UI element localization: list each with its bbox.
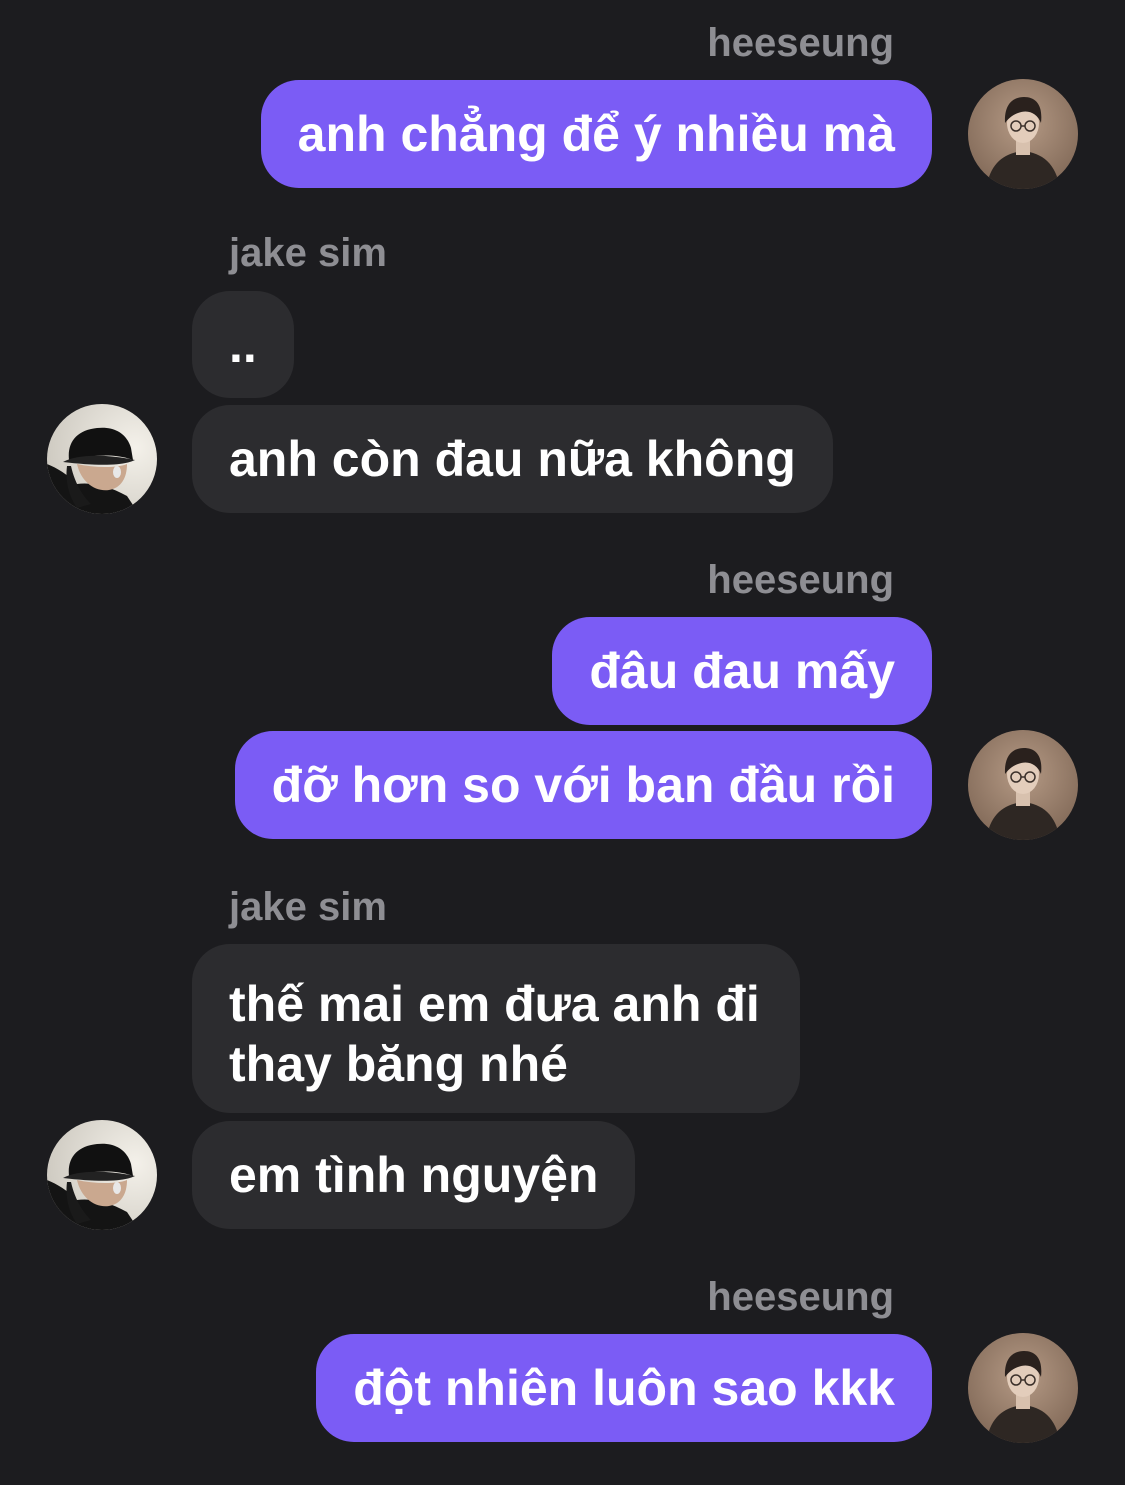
jake-sim-avatar-icon[interactable]: [47, 1120, 157, 1230]
sender-name: jake sim: [229, 885, 387, 929]
message-bubble[interactable]: anh chẳng để ý nhiều mà: [260, 80, 932, 188]
message-bubble[interactable]: em tình nguyện: [192, 1121, 636, 1229]
message-bubble[interactable]: anh còn đau nữa không: [192, 405, 833, 513]
message-bubble[interactable]: đột nhiên luôn sao kkk: [316, 1334, 932, 1442]
jake-sim-avatar-icon[interactable]: [47, 404, 157, 514]
sender-name: heeseung: [707, 21, 894, 65]
sender-name: jake sim: [229, 231, 387, 275]
heeseung-avatar-icon[interactable]: [968, 730, 1078, 840]
heeseung-avatar-icon[interactable]: [968, 1333, 1078, 1443]
message-bubble[interactable]: đâu đau mấy: [552, 617, 932, 725]
message-bubble[interactable]: thế mai em đưa anh đi thay băng nhé: [192, 944, 800, 1113]
message-bubble[interactable]: ..: [192, 291, 294, 398]
sender-name: heeseung: [707, 1275, 894, 1319]
sender-name: heeseung: [707, 558, 894, 602]
heeseung-avatar-icon[interactable]: [968, 79, 1078, 189]
message-bubble[interactable]: đỡ hơn so với ban đầu rồi: [234, 731, 932, 839]
